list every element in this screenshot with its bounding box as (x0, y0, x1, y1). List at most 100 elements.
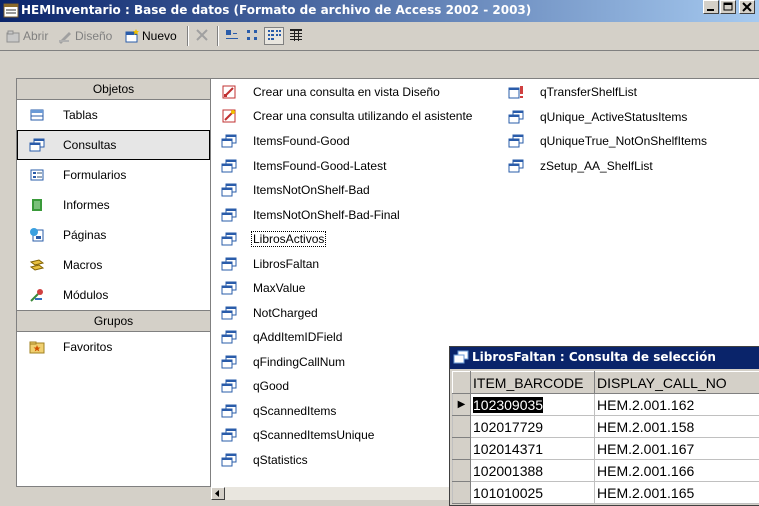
cell[interactable]: 102014371 (471, 438, 595, 460)
table-row[interactable]: 102001388 HEM.2.001.166 (453, 460, 759, 482)
sidebar-item-label: Macros (63, 258, 102, 272)
title-bar[interactable]: HEMInventario : Base de datos (Formato d… (0, 0, 759, 22)
query-icon (453, 350, 469, 365)
sidebar-item-label: Favoritos (63, 340, 112, 354)
list-item-label: qAddItemIDField (252, 330, 343, 344)
new-icon (124, 28, 140, 44)
row-selector[interactable] (453, 482, 471, 504)
list-item[interactable]: ItemsFound-Good-Latest (221, 155, 387, 177)
list-item-label: qScannedItems (252, 404, 337, 418)
cell[interactable]: HEM.2.001.165 (595, 482, 759, 504)
cell[interactable]: HEM.2.001.166 (595, 460, 759, 482)
list-item[interactable]: ItemsFound-Good (221, 130, 351, 152)
small-icons-icon (245, 27, 261, 46)
sidebar-item-forms[interactable]: Formularios (17, 160, 210, 190)
list-item[interactable]: ItemsNotOnShelf-Bad (221, 179, 371, 201)
delete-button[interactable] (192, 27, 212, 45)
sidebar-item-queries[interactable]: Consultas (17, 130, 210, 160)
open-button[interactable]: Abrir (5, 27, 48, 45)
large-icons-icon (224, 27, 240, 46)
row-selector[interactable] (453, 416, 471, 438)
list-item-label: qFindingCallNum (252, 355, 346, 369)
query-icon (221, 231, 237, 247)
list-item[interactable]: qTransferShelfList (508, 81, 638, 103)
list-item[interactable]: qUnique_ActiveStatusItems (508, 106, 688, 128)
cell[interactable]: HEM.2.001.167 (595, 438, 759, 460)
current-record-indicator[interactable]: ▶ (453, 394, 471, 416)
list-item[interactable]: LibrosActivos (221, 228, 325, 250)
list-item[interactable]: qFindingCallNum (221, 351, 346, 373)
maximize-button[interactable] (720, 0, 736, 14)
cell[interactable]: 102001388 (471, 460, 595, 482)
sidebar-item-tables[interactable]: Tablas (17, 100, 210, 130)
details-view-button[interactable] (286, 27, 306, 45)
list-item[interactable]: Crear una consulta utilizando el asisten… (221, 105, 473, 127)
list-item[interactable]: LibrosFaltan (221, 253, 320, 275)
list-item-label: qGood (252, 379, 290, 393)
list-view-button[interactable] (264, 27, 284, 45)
objects-header[interactable]: Objetos (17, 79, 210, 100)
list-item[interactable]: qUniqueTrue_NotOnShelfItems (508, 130, 708, 152)
list-item[interactable]: MaxValue (221, 277, 306, 299)
list-item[interactable]: zSetup_AA_ShelfList (508, 155, 654, 177)
table-row[interactable]: ▶ 102309035 HEM.2.001.162 (453, 394, 759, 416)
cell[interactable]: HEM.2.001.162 (595, 394, 759, 416)
design-button[interactable]: Diseño (57, 27, 112, 45)
query-window-title: LibrosFaltan : Consulta de selección (472, 350, 716, 364)
query-icon (508, 109, 524, 125)
object-bar: Objetos Tablas Consultas Formularios Inf… (16, 78, 211, 487)
table-row[interactable]: 101010025 HEM.2.001.165 (453, 482, 759, 504)
column-header[interactable]: DISPLAY_CALL_NO (595, 372, 759, 394)
design-view-query-icon (221, 84, 237, 100)
table-row[interactable]: 102017729 HEM.2.001.158 (453, 416, 759, 438)
cell[interactable]: 102017729 (471, 416, 595, 438)
sidebar-item-modules[interactable]: Módulos (17, 280, 210, 310)
list-item[interactable]: qScannedItems (221, 400, 337, 422)
list-item[interactable]: qStatistics (221, 449, 309, 471)
query-icon (221, 427, 237, 443)
window-title: HEMInventario : Base de datos (Formato d… (21, 3, 531, 17)
delete-icon (194, 27, 210, 46)
query-icon (221, 182, 237, 198)
small-icons-button[interactable] (243, 27, 263, 45)
toolbar-separator (217, 26, 219, 46)
module-icon (29, 287, 45, 303)
toolbar-separator (187, 26, 189, 46)
open-label: Abrir (23, 29, 48, 43)
groups-header[interactable]: Grupos (17, 310, 210, 332)
list-item-label: zSetup_AA_ShelfList (539, 159, 654, 173)
list-item[interactable]: qScannedItemsUnique (221, 424, 375, 446)
list-item[interactable]: NotCharged (221, 302, 319, 324)
table-icon (29, 107, 45, 123)
cell[interactable]: 101010025 (471, 482, 595, 504)
sidebar-item-pages[interactable]: Páginas (17, 220, 210, 250)
toolbar: Abrir Diseño Nuevo (0, 22, 759, 51)
list-item-label: NotCharged (252, 306, 319, 320)
list-item-label: Crear una consulta utilizando el asisten… (252, 109, 473, 123)
large-icons-button[interactable] (222, 27, 242, 45)
query-window-title-bar[interactable]: LibrosFaltan : Consulta de selección (450, 347, 759, 369)
list-item[interactable]: qGood (221, 375, 290, 397)
list-item[interactable]: ItemsNotOnShelf-Bad-Final (221, 204, 401, 226)
minimize-button[interactable] (703, 0, 719, 14)
row-selector[interactable] (453, 460, 471, 482)
select-all-corner[interactable] (453, 372, 471, 394)
table-row[interactable]: 102014371 HEM.2.001.167 (453, 438, 759, 460)
folder-icon (29, 339, 45, 355)
new-button[interactable]: Nuevo (124, 27, 177, 45)
sidebar-item-macros[interactable]: Macros (17, 250, 210, 280)
query-icon (221, 452, 237, 468)
list-item-label: qScannedItemsUnique (252, 428, 375, 442)
sidebar-item-reports[interactable]: Informes (17, 190, 210, 220)
close-button[interactable] (739, 0, 755, 14)
row-selector[interactable] (453, 438, 471, 460)
list-item[interactable]: Crear una consulta en vista Diseño (221, 81, 441, 103)
cell[interactable]: HEM.2.001.158 (595, 416, 759, 438)
cell[interactable]: 102309035 (471, 394, 595, 416)
header-row: ITEM_BARCODE DISPLAY_CALL_NO (453, 372, 759, 394)
column-header[interactable]: ITEM_BARCODE (471, 372, 595, 394)
sidebar-item-favorites[interactable]: Favoritos (17, 332, 210, 362)
wizard-query-icon (221, 108, 237, 124)
list-item[interactable]: qAddItemIDField (221, 326, 343, 348)
scroll-left-button[interactable] (211, 487, 225, 500)
